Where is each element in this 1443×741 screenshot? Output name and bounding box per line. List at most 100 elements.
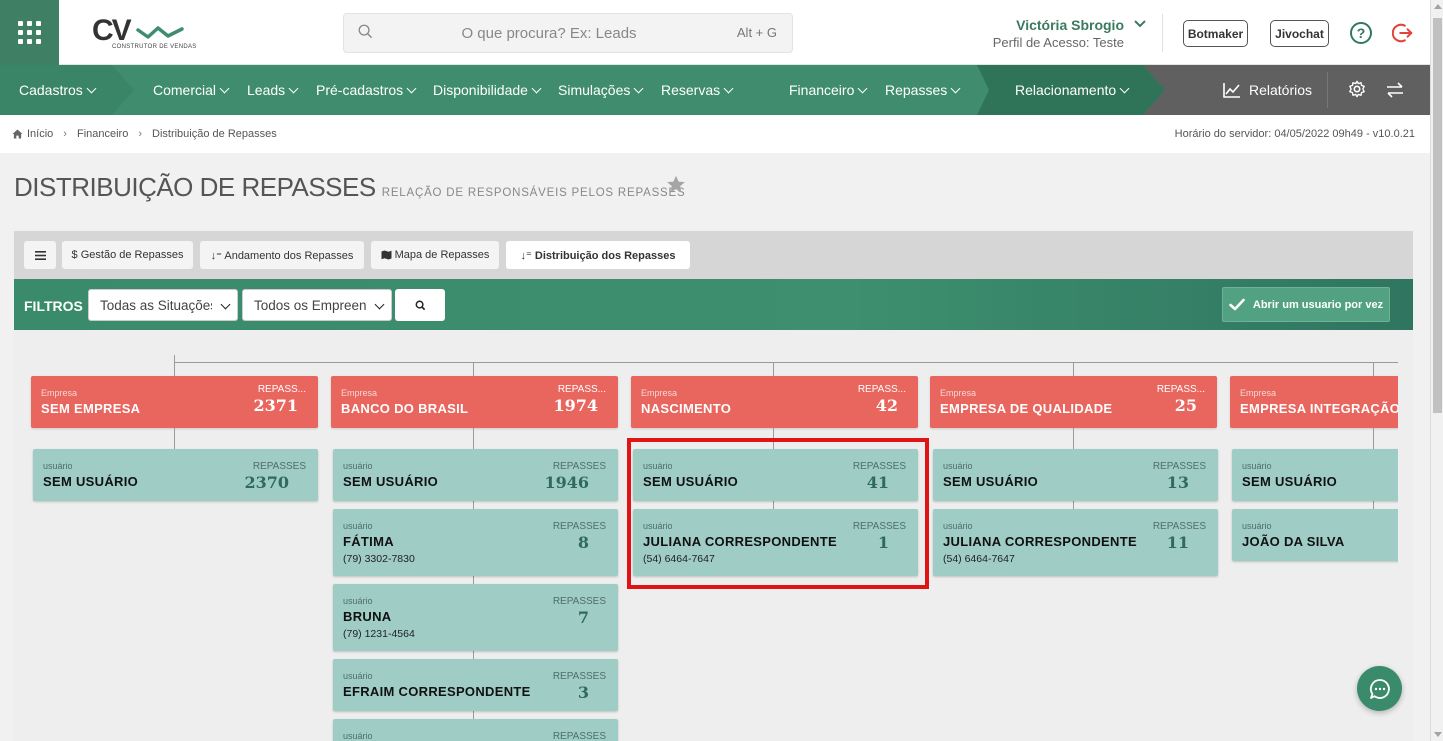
breadcrumb: Início › Financeiro › Distribuição de Re…: [12, 128, 277, 140]
breadcrumb-home[interactable]: Início: [27, 128, 53, 140]
chevron-right-icon: ›: [63, 128, 67, 140]
company-card-banco-do-brasil[interactable]: Empresa BANCO DO BRASIL REPASS... 1974: [331, 376, 618, 428]
nav-cadastros[interactable]: Cadastros: [19, 65, 97, 115]
search-input[interactable]: [384, 14, 714, 52]
chevron-down-icon: [220, 299, 231, 310]
star-icon[interactable]: [666, 175, 686, 194]
nav-leads[interactable]: Leads: [247, 65, 299, 115]
user-card[interactable]: usuário BRUNA (79) 1231-4564 REPASSES 7: [333, 584, 618, 651]
nav-disponibilidade[interactable]: Disponibilidade: [433, 65, 542, 115]
user-count: 1946: [544, 473, 589, 492]
company-card-empresa-de-qualidade[interactable]: Empresa EMPRESA DE QUALIDADE REPASS... 2…: [930, 376, 1217, 428]
scroll-up-arrow[interactable]: [1434, 4, 1442, 9]
user-card[interactable]: usuário REPASSES: [333, 719, 618, 741]
main-content: DISTRIBUIÇÃO DE REPASSES RELAÇÃO DE RESP…: [0, 153, 1430, 741]
repasses-label: REPASS...: [1156, 384, 1205, 395]
filter-bar: FILTROS Todas as Situações Todos os Empr…: [14, 279, 1413, 330]
tree-connector: [174, 355, 175, 376]
open-one-user-toggle[interactable]: Abrir um usuario por vez: [1222, 287, 1390, 322]
scroll-down-arrow[interactable]: [1434, 732, 1442, 737]
tab-mapa-repasses[interactable]: Mapa de Repasses: [371, 241, 499, 269]
nav-reservas[interactable]: Reservas: [661, 65, 734, 115]
user-name: SEM USUÁRIO: [43, 474, 139, 489]
nav-comercial[interactable]: Comercial: [153, 65, 230, 115]
user-profile: Perfil de Acesso: Teste: [992, 35, 1124, 50]
user-name: EFRAIM CORRESPONDENTE: [343, 684, 531, 699]
tab-gestao-repasses[interactable]: $ Gestão de Repasses: [62, 241, 193, 269]
user-card[interactable]: usuário SEM USUÁRIO REPASSES 2370: [33, 449, 318, 501]
repasses-label: REPASS...: [257, 384, 306, 395]
user-label: usuário: [43, 461, 73, 471]
nav-relatorios[interactable]: Relatórios: [1223, 65, 1312, 115]
search-shortcut-hint: Alt + G: [736, 25, 777, 40]
nav-label: Simulações: [558, 82, 631, 98]
nav-label: Cadastros: [19, 82, 83, 98]
scrollbar-thumb[interactable]: [1433, 18, 1442, 413]
user-phone: (79) 3302-7830: [343, 553, 415, 565]
help-icon[interactable]: ?: [1350, 22, 1372, 44]
user-menu[interactable]: Victória Sbrogio Perfil de Acesso: Teste: [975, 17, 1150, 50]
cv-logo[interactable]: CV CONSTRUTOR DE VENDAS: [92, 14, 196, 54]
user-count: 11: [1166, 533, 1189, 552]
user-card[interactable]: usuário FÁTIMA (79) 3302-7830 REPASSES 8: [333, 509, 618, 576]
user-name: SEM USUÁRIO: [943, 474, 1039, 489]
nav-divider: [1327, 72, 1328, 108]
user-label: usuário: [943, 521, 973, 531]
user-count: 2370: [244, 473, 289, 492]
filters-label: FILTROS: [24, 298, 83, 314]
company-card-nascimento[interactable]: Empresa NASCIMENTO REPASS... 42: [631, 376, 918, 428]
breadcrumb-financeiro[interactable]: Financeiro: [77, 128, 128, 140]
nav-simulacoes[interactable]: Simulações: [558, 65, 644, 115]
repasses-label: REPASSES: [252, 461, 306, 472]
company-label: Empresa: [641, 388, 678, 398]
filter-search-button[interactable]: [395, 289, 445, 321]
global-search[interactable]: Alt + G: [343, 13, 793, 53]
user-card[interactable]: usuário SEM USUÁRIO REPASSES 1946: [333, 449, 618, 501]
enterprise-select[interactable]: Todos os Empreendimentos: [242, 289, 392, 321]
botmaker-button[interactable]: Botmaker: [1183, 20, 1248, 47]
user-card[interactable]: usuário SEM USUÁRIO: [1232, 449, 1398, 501]
nav-pre-cadastros[interactable]: Pré-cadastros: [316, 65, 417, 115]
company-label: Empresa: [341, 388, 378, 398]
repasses-label: REPASSES: [552, 671, 606, 682]
logout-icon[interactable]: [1392, 22, 1414, 44]
logo-text: CV: [92, 14, 132, 47]
company-count: 42: [875, 396, 898, 415]
user-phone: (54) 6464-7647: [943, 553, 1015, 565]
tab-menu[interactable]: [24, 241, 56, 269]
tab-distribuicao-repasses[interactable]: ↓⁼ Distribuição dos Repasses: [506, 241, 690, 269]
nav-relacionamento[interactable]: Relacionamento: [1015, 65, 1130, 115]
chevron-down-icon: [406, 83, 417, 93]
company-card-sem-empresa[interactable]: Empresa SEM EMPRESA REPASS... 2371: [31, 376, 318, 428]
user-name: SEM USUÁRIO: [343, 474, 439, 489]
company-count: 2371: [253, 396, 298, 415]
apps-menu-button[interactable]: [0, 0, 59, 65]
company-count: 25: [1174, 396, 1197, 415]
chevron-down-icon: [1119, 83, 1130, 93]
jivochat-button[interactable]: Jivochat: [1270, 20, 1329, 47]
repasses-panel: $ Gestão de Repasses ↓⁼ Andamento dos Re…: [14, 231, 1413, 741]
user-card[interactable]: usuário EFRAIM CORRESPONDENTE REPASSES 3: [333, 659, 618, 711]
breadcrumb-current: Distribuição de Repasses: [152, 128, 277, 140]
user-card[interactable]: usuário SEM USUÁRIO REPASSES 13: [933, 449, 1218, 501]
swap-arrows-icon[interactable]: [1386, 82, 1404, 98]
chevron-down-icon: [723, 83, 734, 93]
company-card-empresa-integracao[interactable]: Empresa EMPRESA INTEGRAÇÃO: [1230, 376, 1398, 428]
user-phone: (79) 1231-4564: [343, 628, 415, 640]
user-card[interactable]: usuário JOÃO DA SILVA: [1232, 509, 1398, 561]
repasses-label: REPASSES: [552, 521, 606, 532]
search-icon: [415, 300, 425, 310]
user-card[interactable]: usuário JULIANA CORRESPONDENTE (54) 6464…: [933, 509, 1218, 576]
user-label: usuário: [343, 521, 373, 531]
user-name: JULIANA CORRESPONDENTE: [943, 534, 1137, 549]
tab-andamento-repasses[interactable]: ↓⁼ Andamento dos Repasses: [200, 241, 364, 269]
chat-button[interactable]: [1357, 666, 1402, 711]
nav-repasses[interactable]: Repasses: [885, 65, 961, 115]
gear-icon[interactable]: [1348, 80, 1366, 98]
nav-label: Relatórios: [1249, 82, 1313, 98]
situation-select[interactable]: Todas as Situações: [88, 289, 238, 321]
nav-financeiro[interactable]: Financeiro: [789, 65, 868, 115]
selection-highlight: [627, 438, 929, 589]
page-scrollbar[interactable]: [1430, 0, 1443, 741]
nav-label: Leads: [247, 82, 286, 98]
